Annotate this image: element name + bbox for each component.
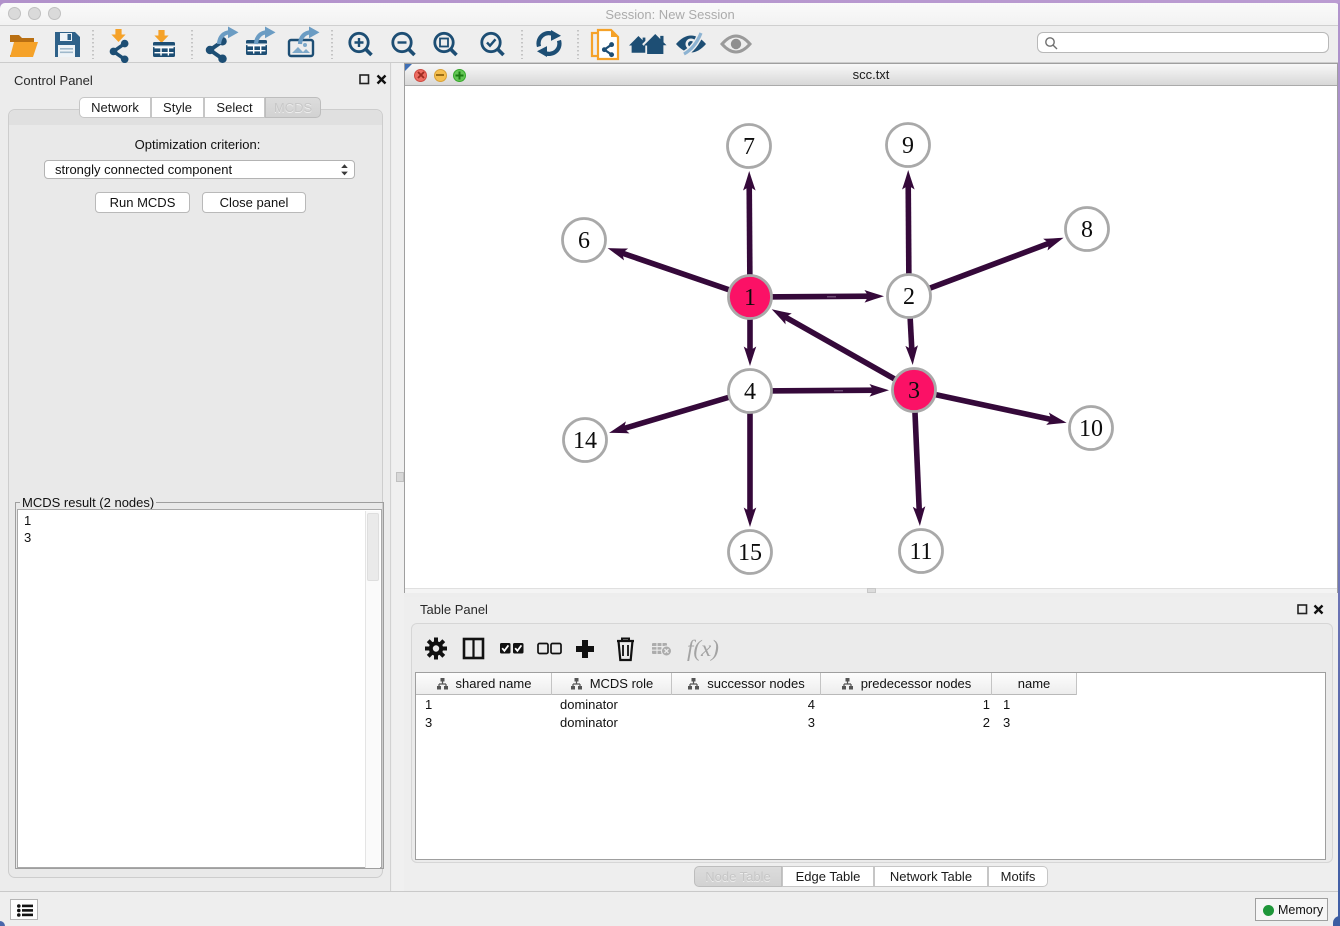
svg-text:8: 8 (1081, 217, 1093, 243)
svg-text:15: 15 (738, 540, 762, 566)
svg-text:2: 2 (903, 284, 915, 310)
svg-text:10: 10 (1079, 416, 1103, 442)
svg-text:6: 6 (578, 228, 590, 254)
svg-text:9: 9 (902, 133, 914, 159)
svg-text:1: 1 (744, 285, 756, 311)
svg-text:f(x): f(x) (687, 636, 719, 661)
svg-text:11: 11 (909, 539, 932, 565)
svg-text:3: 3 (908, 378, 920, 404)
svg-text:4: 4 (744, 379, 756, 405)
svg-text:7: 7 (743, 134, 755, 160)
svg-text:14: 14 (573, 428, 597, 454)
